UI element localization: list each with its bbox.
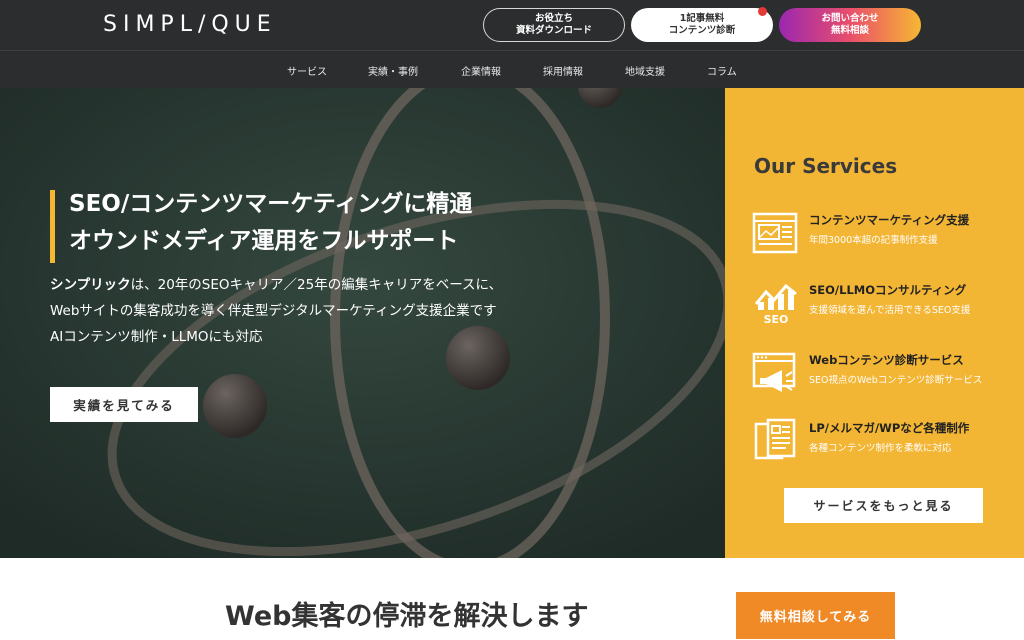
- hero-desc-line2: Webサイトの集客成功を導く伴走型デジタルマーケティング支援企業です: [50, 303, 497, 319]
- contact-button[interactable]: お問い合わせ 無料相談: [779, 8, 921, 42]
- services-title: Our Services: [754, 154, 898, 178]
- hero-section: SEO/コンテンツマーケティングに精通 オウンドメディア運用をフルサポート シン…: [0, 88, 725, 558]
- service-name: コンテンツマーケティング支援: [809, 213, 970, 227]
- diagnosis-button-line1: 1記事無料: [679, 13, 725, 24]
- service-description: SEO視点のWebコンテンツ診断サービス: [809, 375, 983, 386]
- nav-item-services[interactable]: サービス: [287, 63, 327, 78]
- site-logo[interactable]: SIMPL/QUE: [103, 12, 277, 38]
- hero-title-line1: SEO/コンテンツマーケティングに精通: [69, 191, 473, 217]
- notification-dot-icon: [758, 7, 767, 16]
- section-title: Web集客の停滞を解決します: [225, 601, 589, 632]
- service-item-web-diagnosis[interactable]: Webコンテンツ診断サービス SEO視点のWebコンテンツ診断サービス: [752, 350, 1012, 400]
- web-megaphone-icon: [752, 352, 796, 392]
- download-materials-button[interactable]: お役立ち 資料ダウンロード: [483, 8, 625, 42]
- nav-item-recruit[interactable]: 採用情報: [543, 63, 583, 78]
- hero-title-line2: オウンドメディア運用をフルサポート: [69, 228, 459, 254]
- nav-item-company[interactable]: 企業情報: [461, 63, 501, 78]
- more-services-button[interactable]: サービスをもっと見る: [784, 488, 983, 523]
- hero-title-accent: [50, 190, 55, 263]
- seo-chart-icon: SEO: [754, 283, 797, 326]
- view-works-button[interactable]: 実績を見てみる: [50, 387, 198, 422]
- nav-item-works[interactable]: 実績・事例: [368, 63, 418, 78]
- service-item-production[interactable]: LP/メルマガ/WPなど各種制作 各種コンテンツ制作を柔軟に対応: [752, 418, 1012, 468]
- hero-description: シンプリックは、20年のSEOキャリア／25年の編集キャリアをベースに、 Web…: [50, 272, 502, 350]
- service-name: Webコンテンツ診断サービス: [809, 353, 964, 367]
- bottom-section: Web集客の停滞を解決します 無料相談してみる: [0, 558, 1024, 640]
- free-diagnosis-button[interactable]: 1記事無料 コンテンツ診断: [631, 7, 773, 42]
- nav-item-column[interactable]: コラム: [707, 63, 737, 78]
- download-button-line2: 資料ダウンロード: [515, 25, 592, 36]
- service-name: LP/メルマガ/WPなど各種制作: [809, 421, 970, 435]
- service-description: 支援領域を選んで活用できるSEO支援: [809, 305, 971, 316]
- service-item-seo[interactable]: SEO SEO/LLMOコンサルティング 支援領域を選んで活用できるSEO支援: [752, 280, 1012, 330]
- hero-desc-line1: は、20年のSEOキャリア／25年の編集キャリアをベースに、: [130, 277, 503, 293]
- service-description: 年間3000本超の記事制作支援: [809, 235, 938, 246]
- hero-brand-name: シンプリック: [50, 277, 131, 293]
- service-item-content-marketing[interactable]: コンテンツマーケティング支援 年間3000本超の記事制作支援: [752, 210, 1012, 260]
- service-description: 各種コンテンツ制作を柔軟に対応: [809, 443, 952, 454]
- site-header: SIMPL/QUE お役立ち 資料ダウンロード 1記事無料 コンテンツ診断 お問…: [0, 0, 1024, 50]
- services-panel: Our Services コンテンツマーケティング支援 年間3000本超の記事制…: [725, 88, 1024, 558]
- contact-button-line1: お問い合わせ: [821, 13, 879, 24]
- service-name: SEO/LLMOコンサルティング: [809, 283, 967, 297]
- contact-button-line2: 無料相談: [830, 25, 869, 36]
- hero-desc-line3: AIコンテンツ制作・LLMOにも対応: [50, 329, 263, 345]
- hero-title: SEO/コンテンツマーケティングに精通 オウンドメディア運用をフルサポート: [69, 186, 472, 260]
- documents-icon: [754, 418, 796, 460]
- download-button-line1: お役立ち: [534, 13, 573, 24]
- diagnosis-button-line2: コンテンツ診断: [668, 25, 736, 36]
- seo-icon-label: SEO: [764, 313, 789, 326]
- main-nav: サービス 実績・事例 企業情報 採用情報 地域支援 コラム: [0, 50, 1024, 88]
- free-consultation-button[interactable]: 無料相談してみる: [736, 592, 895, 639]
- nav-item-regional[interactable]: 地域支援: [625, 63, 665, 78]
- article-layout-icon: [752, 212, 798, 254]
